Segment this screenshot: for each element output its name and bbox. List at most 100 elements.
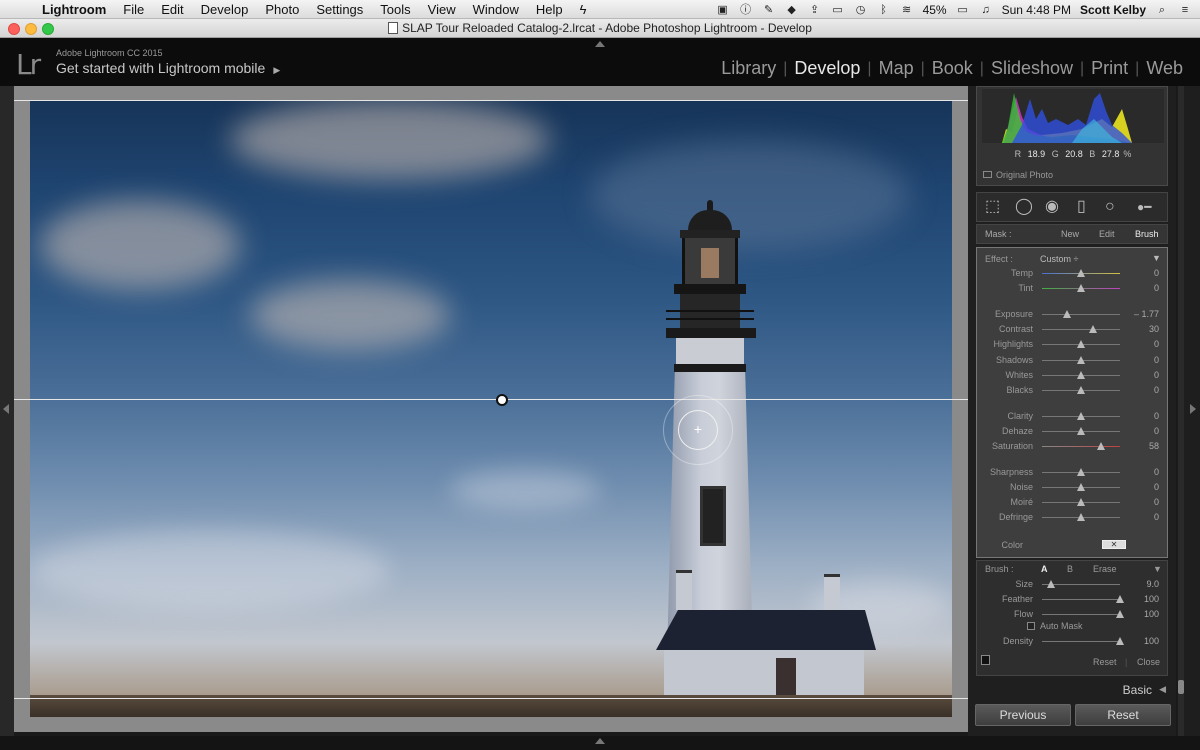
brush-collapse-icon[interactable]: ▼: [1153, 564, 1162, 574]
slider-value[interactable]: 0: [1154, 370, 1159, 380]
window-minimize-button[interactable]: [25, 23, 37, 35]
basic-panel-title[interactable]: Basic: [1123, 683, 1152, 697]
slider-track[interactable]: [1042, 427, 1120, 435]
module-map[interactable]: Map: [872, 58, 921, 79]
slider-thumb[interactable]: [1116, 595, 1124, 603]
camera-icon[interactable]: ▣: [716, 4, 730, 16]
bluetooth-icon[interactable]: ᛒ: [877, 4, 891, 16]
slider-value[interactable]: 0: [1154, 512, 1159, 522]
auto-mask-checkbox[interactable]: [1027, 622, 1035, 630]
slider-row-temp[interactable]: Temp 0: [977, 268, 1169, 280]
info-icon[interactable]: ⓘ: [739, 4, 753, 16]
density-track[interactable]: [1042, 637, 1124, 645]
radial-filter-tool-icon[interactable]: ○: [1105, 199, 1115, 215]
slider-track[interactable]: [1042, 483, 1120, 491]
slider-track[interactable]: [1042, 310, 1120, 318]
color-swatch[interactable]: ✕: [1102, 540, 1126, 549]
menu-view[interactable]: View: [428, 2, 456, 17]
density-slider-row[interactable]: Density 100: [977, 636, 1169, 648]
slider-row-highlights[interactable]: Highlights 0: [977, 339, 1169, 351]
slider-track[interactable]: [1042, 595, 1124, 603]
filter-pin[interactable]: [496, 394, 508, 406]
slider-track[interactable]: [1042, 412, 1120, 420]
airplay-icon[interactable]: ▭: [831, 4, 845, 16]
slider-thumb[interactable]: [1077, 386, 1085, 394]
effect-collapse-icon[interactable]: ▼: [1152, 253, 1161, 263]
brush-b-tab[interactable]: B: [1067, 564, 1073, 574]
slider-thumb[interactable]: [1116, 610, 1124, 618]
slider-row-moir[interactable]: Moiré 0: [977, 497, 1169, 509]
slider-thumb[interactable]: [1077, 483, 1085, 491]
menu-develop[interactable]: Develop: [201, 2, 249, 17]
mask-brush-button[interactable]: Brush: [1135, 225, 1159, 243]
slider-value[interactable]: 0: [1154, 283, 1159, 293]
slider-thumb[interactable]: [1097, 442, 1106, 450]
battery-icon[interactable]: ▭: [956, 4, 970, 16]
density-value[interactable]: 100: [1144, 636, 1159, 646]
slider-value[interactable]: 0: [1154, 426, 1159, 436]
brush-close-button[interactable]: Close: [1137, 657, 1160, 667]
basic-panel-header[interactable]: Basic ◀: [976, 680, 1168, 700]
slider-track[interactable]: [1042, 468, 1120, 476]
slider-value[interactable]: 0: [1154, 482, 1159, 492]
dropbox-icon[interactable]: ◆: [785, 4, 799, 16]
slider-track[interactable]: [1042, 325, 1120, 333]
slider-track[interactable]: [1042, 269, 1120, 277]
slider-row-dehaze[interactable]: Dehaze 0: [977, 426, 1169, 438]
slider-value[interactable]: 58: [1149, 441, 1159, 451]
slider-thumb[interactable]: [1077, 468, 1085, 476]
crop-tool-icon[interactable]: ⬚: [985, 199, 1000, 215]
slider-track[interactable]: [1042, 610, 1124, 618]
volume-icon[interactable]: ♫: [979, 4, 993, 16]
slider-row-tint[interactable]: Tint 0: [977, 283, 1169, 295]
brush-slider-row-size[interactable]: Size 9.0: [977, 579, 1169, 591]
slider-thumb[interactable]: [1077, 412, 1085, 420]
module-web[interactable]: Web: [1139, 58, 1190, 79]
slider-value[interactable]: 100: [1144, 594, 1159, 604]
slider-thumb[interactable]: [1077, 284, 1085, 292]
slider-value[interactable]: 0: [1154, 497, 1159, 507]
graduated-filter-center-line[interactable]: [14, 399, 968, 400]
graduated-filter-top-line[interactable]: [14, 100, 968, 101]
upload-icon[interactable]: ⇪: [808, 4, 822, 16]
module-library[interactable]: Library: [714, 58, 783, 79]
play-arrow-icon[interactable]: ▶: [273, 65, 280, 75]
slider-thumb[interactable]: [1077, 513, 1085, 521]
menu-settings[interactable]: Settings: [316, 2, 363, 17]
module-develop[interactable]: Develop: [787, 58, 867, 79]
density-thumb[interactable]: [1116, 637, 1124, 645]
slider-value[interactable]: 30: [1149, 324, 1159, 334]
slider-row-contrast[interactable]: Contrast 30: [977, 324, 1169, 336]
slider-value[interactable]: 0: [1154, 385, 1159, 395]
adjustment-brush-tool-icon[interactable]: ●━: [1137, 199, 1151, 215]
slider-thumb[interactable]: [1077, 498, 1085, 506]
window-zoom-button[interactable]: [42, 23, 54, 35]
slider-row-noise[interactable]: Noise 0: [977, 482, 1169, 494]
mask-edit-button[interactable]: Edit: [1099, 225, 1115, 243]
brush-a-tab[interactable]: A: [1041, 564, 1048, 574]
mask-overlay-toggle-icon[interactable]: [981, 655, 990, 665]
slider-thumb[interactable]: [1077, 371, 1085, 379]
slider-thumb[interactable]: [1088, 325, 1097, 333]
menu-tools[interactable]: Tools: [380, 2, 410, 17]
menu-photo[interactable]: Photo: [265, 2, 299, 17]
module-print[interactable]: Print: [1084, 58, 1135, 79]
menu-help[interactable]: Help: [536, 2, 563, 17]
slider-value[interactable]: – 1.77: [1134, 309, 1159, 319]
graduated-filter-tool-icon[interactable]: ▯: [1077, 199, 1086, 215]
slider-track[interactable]: [1042, 580, 1120, 588]
slider-thumb[interactable]: [1077, 427, 1085, 435]
slider-thumb[interactable]: [1077, 356, 1085, 364]
brush-slider-row-feather[interactable]: Feather 100: [977, 594, 1169, 606]
slider-row-whites[interactable]: Whites 0: [977, 370, 1169, 382]
slider-row-sharpness[interactable]: Sharpness 0: [977, 467, 1169, 479]
slider-thumb[interactable]: [1047, 580, 1056, 588]
red-eye-tool-icon[interactable]: ◉: [1045, 199, 1059, 215]
slider-row-saturation[interactable]: Saturation 58: [977, 441, 1169, 453]
original-photo-toggle[interactable]: Original Photo: [983, 170, 1053, 180]
wifi-icon[interactable]: ≋: [900, 4, 914, 16]
right-panel-toggle-icon[interactable]: [1190, 404, 1196, 414]
slider-value[interactable]: 100: [1144, 609, 1159, 619]
slider-track[interactable]: [1042, 340, 1120, 348]
slider-row-exposure[interactable]: Exposure – 1.77: [977, 309, 1169, 321]
